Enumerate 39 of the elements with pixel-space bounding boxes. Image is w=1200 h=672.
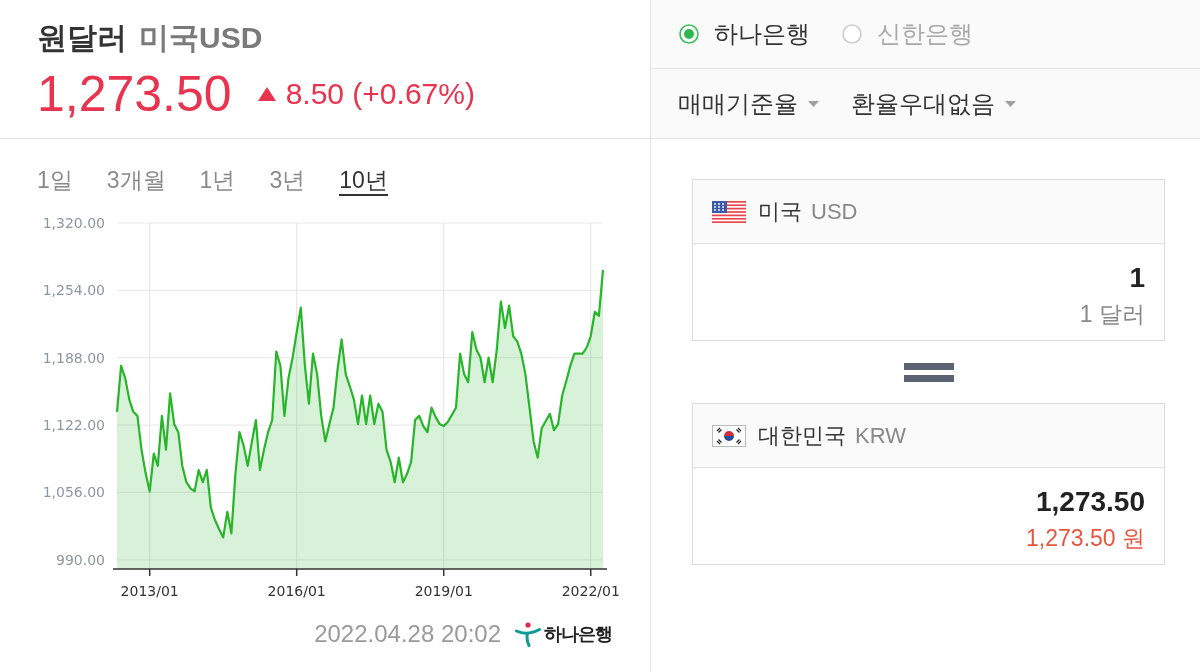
period-tab[interactable]: 1일 bbox=[37, 167, 73, 196]
logo-text: 하나은행 bbox=[544, 623, 612, 646]
title: 원달러 bbox=[37, 20, 127, 56]
caret-icon bbox=[1005, 100, 1016, 107]
period-tab[interactable]: 10년 bbox=[339, 167, 388, 196]
flag-icon bbox=[712, 200, 746, 223]
currency-code: USD bbox=[811, 198, 858, 225]
rate-dropdown[interactable]: 매매기준율 bbox=[678, 88, 819, 119]
amount-value: 1,273.50 bbox=[1036, 486, 1145, 518]
amount-text: 1,273.50 원 bbox=[1026, 524, 1145, 552]
y-axis-label: 1,056.00 bbox=[42, 484, 105, 501]
equals-icon bbox=[903, 362, 954, 382]
amount-text: 1 달러 bbox=[1079, 300, 1145, 328]
y-axis-label: 1,254.00 bbox=[42, 282, 105, 299]
x-axis-label: 2013/01 bbox=[120, 583, 179, 599]
flag-icon bbox=[712, 424, 746, 447]
x-axis-label: 2016/01 bbox=[267, 583, 326, 599]
amount-value: 1 bbox=[1129, 262, 1145, 294]
rate-change: 8.50 (+0.67%) bbox=[285, 76, 475, 112]
x-axis-label: 2022/01 bbox=[561, 583, 620, 599]
current-rate: 1,273.50 bbox=[37, 66, 232, 122]
update-time: 2022.04.28 20:02 bbox=[314, 620, 501, 648]
x-axis-label: 2019/01 bbox=[414, 583, 473, 599]
country-name: 미국 bbox=[758, 197, 802, 226]
period-tab[interactable]: 3년 bbox=[269, 167, 306, 196]
bank-option[interactable]: 하나은행 bbox=[679, 19, 810, 49]
y-axis-label: 1,188.00 bbox=[42, 349, 105, 366]
bank-option[interactable]: 신한은행 bbox=[842, 19, 973, 49]
subtitle: 미국USD bbox=[139, 20, 263, 56]
caret-icon bbox=[808, 100, 819, 107]
y-axis-label: 1,122.00 bbox=[42, 417, 105, 434]
period-tab[interactable]: 1년 bbox=[199, 167, 236, 196]
rate-dropdown[interactable]: 환율우대없음 bbox=[851, 88, 1016, 119]
logo-icon bbox=[515, 621, 541, 647]
country-name: 대한민국 bbox=[758, 421, 846, 450]
period-tab[interactable]: 3개월 bbox=[106, 167, 166, 196]
y-axis-label: 1,320.00 bbox=[42, 215, 105, 231]
currency-code: KRW bbox=[855, 422, 906, 449]
y-axis-label: 990.00 bbox=[56, 551, 105, 568]
